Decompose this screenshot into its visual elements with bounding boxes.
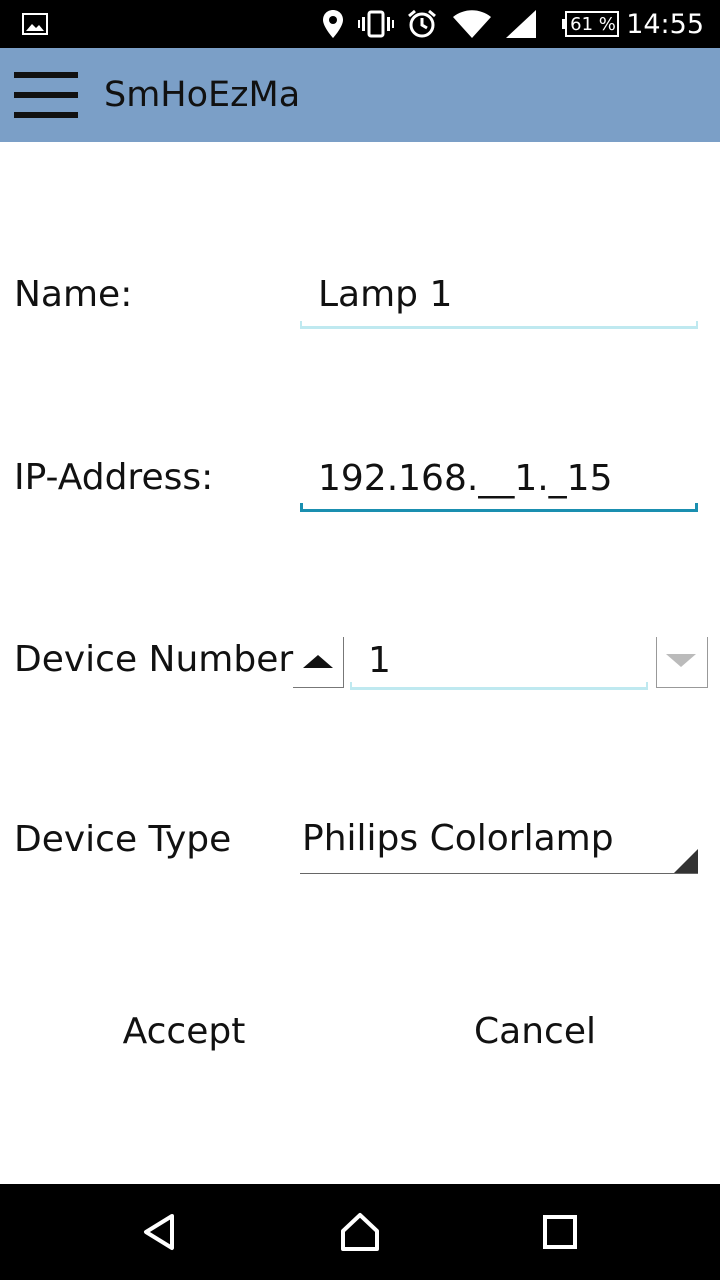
- app-title: SmHoEzMa: [104, 75, 301, 115]
- device-number-field[interactable]: 1: [350, 636, 648, 694]
- location-icon: [320, 0, 346, 48]
- battery-level: 61 %: [570, 13, 616, 35]
- alarm-icon: [406, 0, 438, 48]
- cancel-button[interactable]: Cancel: [364, 996, 706, 1066]
- home-icon[interactable]: [320, 1184, 400, 1280]
- name-field[interactable]: Lamp 1: [300, 270, 698, 332]
- battery-icon: 61 %: [562, 0, 620, 48]
- recents-icon[interactable]: [520, 1184, 600, 1280]
- gallery-icon: [22, 0, 48, 48]
- decrement-button[interactable]: [656, 637, 708, 688]
- arrow-down-icon: [666, 654, 696, 667]
- back-icon[interactable]: [120, 1184, 200, 1280]
- accept-button[interactable]: Accept: [14, 996, 354, 1066]
- app-bar: SmHoEzMa: [0, 48, 720, 142]
- navigation-bar: [0, 1184, 720, 1280]
- hamburger-menu-icon[interactable]: [14, 72, 80, 118]
- device-type-label: Device Type: [14, 819, 232, 860]
- increment-button[interactable]: [293, 637, 344, 688]
- device-number-value: 1: [368, 640, 391, 681]
- vibrate-icon: [358, 0, 394, 48]
- device-type-dropdown[interactable]: Philips Colorlamp: [300, 816, 698, 876]
- device-number-label: Device Number: [14, 639, 294, 680]
- name-label: Name:: [14, 274, 133, 315]
- device-type-underline: [300, 873, 698, 874]
- dropdown-arrow-icon: [674, 849, 698, 873]
- signal-icon: [504, 0, 538, 48]
- ip-address-underline: [300, 503, 698, 512]
- wifi-icon: [452, 0, 492, 48]
- clock: 14:55: [626, 8, 704, 40]
- device-number-underline: [350, 682, 648, 690]
- name-value: Lamp 1: [318, 274, 453, 315]
- ip-address-label: IP-Address:: [14, 457, 214, 498]
- arrow-up-icon: [303, 655, 333, 668]
- device-type-value: Philips Colorlamp: [302, 818, 614, 859]
- ip-address-field[interactable]: 192.168.__1._15: [300, 454, 698, 516]
- status-bar: 61 % 14:55: [0, 0, 720, 48]
- name-underline: [300, 321, 698, 329]
- ip-address-value: 192.168.__1._15: [318, 458, 613, 499]
